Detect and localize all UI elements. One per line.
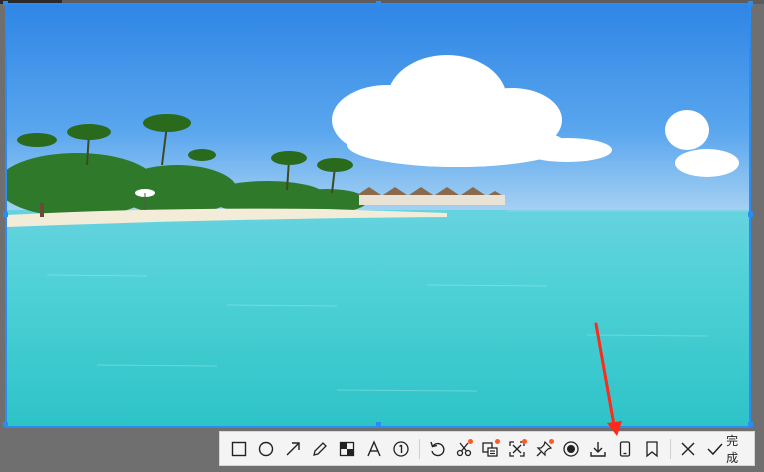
selection-handle-top-right[interactable] bbox=[748, 1, 753, 6]
selection-handle-bottom-center[interactable] bbox=[376, 422, 381, 427]
done-button[interactable]: 完成 bbox=[702, 434, 754, 465]
done-label: 完成 bbox=[726, 433, 739, 465]
mosaic-tool[interactable] bbox=[335, 436, 360, 461]
screenshot-toolbar: 完成 bbox=[219, 431, 755, 466]
new-badge bbox=[521, 439, 527, 444]
undo-icon bbox=[430, 441, 445, 456]
ocr-tool[interactable] bbox=[478, 436, 503, 461]
record-icon bbox=[563, 440, 579, 457]
new-badge bbox=[468, 439, 474, 444]
selection-handle-middle-right[interactable] bbox=[748, 212, 753, 217]
selection-handle-bottom-left[interactable] bbox=[3, 422, 8, 427]
new-badge bbox=[494, 439, 500, 444]
ellipse-tool[interactable] bbox=[254, 436, 279, 461]
close-icon bbox=[681, 442, 695, 455]
bookmark-icon bbox=[646, 440, 658, 457]
download-tool[interactable] bbox=[586, 436, 611, 461]
new-badge bbox=[548, 439, 554, 444]
scan-tool[interactable] bbox=[505, 436, 530, 461]
close-button[interactable] bbox=[675, 436, 700, 461]
phone-icon bbox=[619, 440, 631, 457]
rectangle-tool[interactable] bbox=[227, 436, 252, 461]
text-tool[interactable] bbox=[361, 436, 386, 461]
number-circle-icon bbox=[393, 440, 409, 457]
pen-tool[interactable] bbox=[308, 436, 333, 461]
text-icon bbox=[367, 439, 381, 456]
selection-handle-middle-left[interactable] bbox=[3, 212, 8, 217]
capture-region[interactable] bbox=[5, 3, 751, 428]
scissors-tool[interactable] bbox=[451, 436, 476, 461]
number-tool[interactable] bbox=[388, 436, 413, 461]
arrow-icon bbox=[286, 441, 300, 455]
record-tool[interactable] bbox=[559, 436, 584, 461]
arrow-tool[interactable] bbox=[281, 436, 306, 461]
mosaic-icon bbox=[339, 441, 355, 456]
selection-handle-top-left[interactable] bbox=[3, 1, 8, 6]
download-icon bbox=[590, 441, 606, 457]
rectangle-icon bbox=[232, 441, 247, 456]
toolbar-divider bbox=[419, 438, 421, 459]
selection-handle-bottom-right[interactable] bbox=[748, 422, 753, 427]
phone-tool[interactable] bbox=[612, 436, 637, 461]
beach-photo bbox=[7, 5, 749, 426]
bookmark-tool[interactable] bbox=[639, 436, 664, 461]
circle-icon bbox=[259, 441, 274, 456]
pencil-icon bbox=[313, 441, 328, 456]
selection-handle-top-center[interactable] bbox=[376, 1, 381, 6]
toolbar-divider bbox=[670, 438, 672, 459]
check-icon bbox=[707, 443, 723, 455]
pin-tool[interactable] bbox=[532, 436, 557, 461]
undo-tool[interactable] bbox=[424, 436, 449, 461]
